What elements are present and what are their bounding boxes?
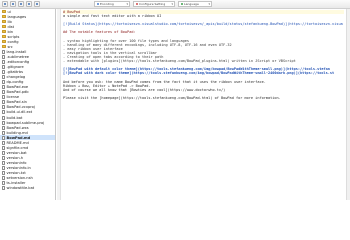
- tree-item-label: BowPad.md: [6, 135, 31, 140]
- tree-item-label: languages: [7, 14, 27, 19]
- tree-item-label: build.bat: [6, 115, 23, 120]
- file-icon: [2, 54, 5, 59]
- redo-icon[interactable]: [34, 1, 40, 7]
- file-icon: [2, 186, 5, 191]
- file-icon: [2, 75, 5, 80]
- chevron-down-icon: ▾: [208, 2, 210, 6]
- file-icon: [2, 59, 5, 64]
- file-icon: [2, 155, 5, 160]
- file-icon: [2, 165, 5, 170]
- file-icon: [2, 150, 5, 155]
- encoding-dropdown-label: Encoding: [100, 2, 114, 6]
- tree-item-label: bowpad.sublime-proj: [6, 120, 45, 125]
- save-icon[interactable]: [18, 1, 24, 7]
- tree-item-label: config: [7, 39, 19, 44]
- open-file-icon[interactable]: [10, 1, 16, 7]
- vertical-scrollbar[interactable]: [346, 9, 350, 200]
- file-icon: [2, 110, 5, 115]
- folder-icon: [2, 20, 6, 24]
- code-line: Please visit the [homepage](https://tool…: [63, 95, 281, 100]
- tree-item-label: version.h: [6, 155, 24, 160]
- tree-item-label: dp-config: [6, 80, 24, 85]
- tree-item-label: lang-install: [6, 49, 27, 54]
- tree-item-label: scripts: [7, 34, 20, 39]
- code-view[interactable]: # BowPad a simple and fast text editor wi…: [63, 10, 344, 100]
- file-icon: [2, 70, 5, 75]
- config-dropdown[interactable]: Configure Setting ▾: [133, 1, 175, 7]
- file-icon: [2, 85, 5, 90]
- folder-icon: [2, 25, 6, 29]
- file-icon: [2, 160, 5, 165]
- chevron-down-icon: ▾: [171, 2, 173, 6]
- tree-item-label: .sublimetree: [6, 54, 30, 59]
- undo-icon[interactable]: [26, 1, 32, 7]
- file-icon: [2, 125, 5, 130]
- file-icon: [2, 80, 5, 85]
- file-icon: [2, 49, 5, 54]
- tree-item-label: .editorconfig: [6, 59, 30, 64]
- tree-item-label: BowPad.wxs: [6, 125, 29, 130]
- tree-item-label: changelog: [6, 75, 26, 80]
- folder-icon: [2, 40, 6, 44]
- folder-icon: [2, 45, 6, 49]
- tree-item-label: dist: [7, 24, 15, 29]
- tree-item-label: versioninfo.in: [6, 165, 31, 170]
- tree-item-label: version.bat: [6, 150, 27, 155]
- tree-item-label: building.md: [6, 130, 28, 135]
- tree-item-label: src: [7, 44, 13, 49]
- tree-item-label: BowPad.sln: [6, 100, 27, 105]
- config-icon: [136, 3, 138, 5]
- tree-item-label: windowtitle.bat: [6, 186, 35, 191]
- editor-pane[interactable]: # BowPad a simple and fast text editor wi…: [57, 9, 346, 200]
- file-icon: [2, 95, 5, 100]
- language-dropdown[interactable]: Language ▾: [178, 1, 212, 7]
- tree-item-label: .gitattrbs: [6, 70, 23, 75]
- file-icon: [2, 100, 5, 105]
- tree-item-label: version.txt: [6, 171, 26, 176]
- line-gutter: [57, 9, 61, 200]
- tree-item-label: ui: [7, 9, 11, 14]
- file-icon: [2, 115, 5, 120]
- folder-icon: [2, 35, 6, 39]
- file-icon: [2, 176, 5, 181]
- file-icon: [2, 105, 5, 110]
- tree-item-label: bin: [7, 29, 14, 34]
- tree-item-label: lib: [7, 19, 12, 24]
- file-icon: [2, 171, 5, 176]
- file-icon: [2, 130, 5, 135]
- folder-icon: [2, 15, 6, 19]
- tree-item-label: ts-installer: [6, 181, 26, 186]
- encoding-icon: [97, 3, 99, 5]
- config-dropdown-label: Configure Setting: [139, 2, 166, 6]
- code-line: [![BowPad with dark color theme](https:/…: [63, 71, 335, 76]
- tree-item-label: BowPad.vcxproj: [6, 105, 35, 110]
- tree-item-label: build-ui.dll.ext: [6, 110, 33, 115]
- code-line: [![Build Status](https://tortoisesvn.vis…: [63, 22, 343, 27]
- tree-item-label: README.md: [6, 140, 29, 145]
- tree-item-label: BowPad.exe: [6, 85, 29, 90]
- tree-item-label: versioninfo: [6, 160, 27, 165]
- encoding-dropdown[interactable]: Encoding ▾: [94, 1, 130, 7]
- folder-icon: [2, 30, 6, 34]
- file-icon: [2, 140, 5, 145]
- tree-item[interactable]: windowtitle.bat: [0, 186, 55, 191]
- file-icon: [2, 65, 5, 70]
- new-file-icon[interactable]: [2, 1, 8, 7]
- tree-item-label: setversion.nsh: [6, 176, 33, 181]
- tree-item-label: .gitignore: [6, 65, 24, 70]
- language-dropdown-label: Language: [184, 2, 199, 6]
- chevron-down-icon: ▾: [126, 2, 128, 6]
- language-icon: [181, 3, 183, 5]
- file-icon: [2, 181, 5, 186]
- file-icon: [2, 120, 5, 125]
- file-icon: [2, 145, 5, 150]
- file-icon: [2, 135, 5, 140]
- tree-item-label: license: [6, 95, 20, 100]
- tree-item-label: BowPad.pdb: [6, 90, 29, 95]
- file-icon: [2, 90, 5, 95]
- toolbar: Encoding ▾ Configure Setting ▾ Language …: [0, 0, 350, 9]
- folder-icon: [2, 10, 6, 14]
- file-tree: ui languages lib dist bin scripts config src lan…: [0, 9, 56, 200]
- tree-item-label: signfile.cmd: [6, 145, 29, 150]
